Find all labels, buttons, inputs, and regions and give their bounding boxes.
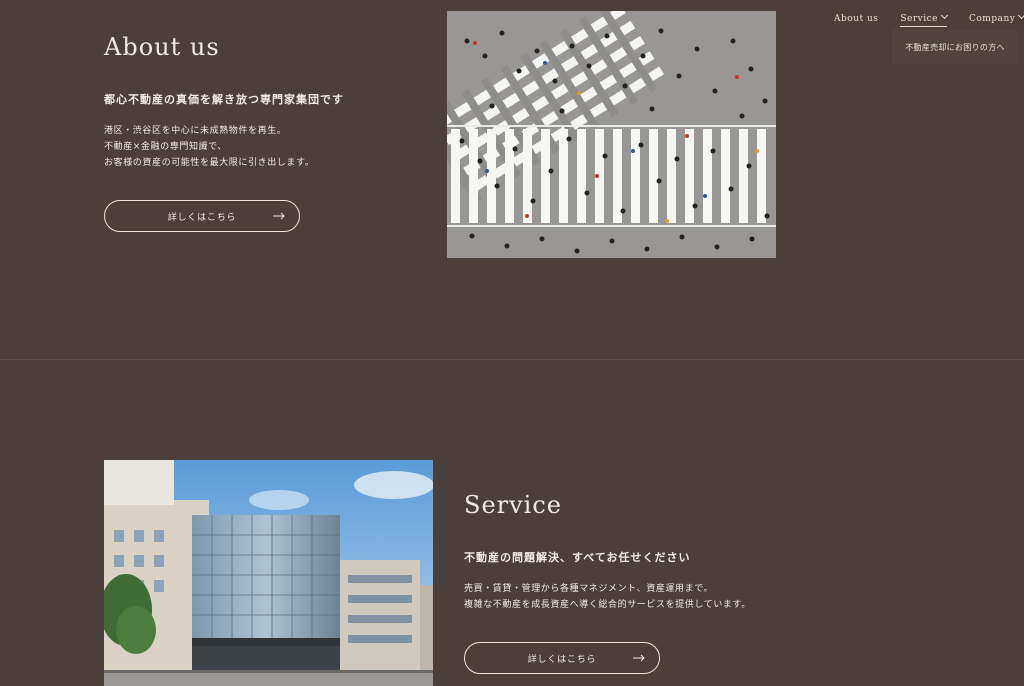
service-more-button-label: 詳しくはこちら <box>527 654 597 665</box>
about-line-2: 不動産×金融の専門知識で、 <box>104 142 227 152</box>
about-subtitle: 都心不動産の真価を解き放つ専門家集団です <box>104 93 344 106</box>
service-description: 売買・賃貸・管理から各種マネジメント、資産運用まで。 複雑な不動産を成長資産へ導… <box>464 581 751 613</box>
service-subtitle: 不動産の問題解決、すべてお任せください <box>464 551 691 564</box>
about-line-3: お客様の資産の可能性を最大限に引き出します。 <box>104 158 315 168</box>
service-more-button[interactable]: 詳しくはこちら <box>464 642 660 674</box>
about-more-button-label: 詳しくはこちら <box>167 212 237 223</box>
office-building-photo <box>104 460 433 686</box>
page: About us Service Company 不動産売却にお困りの方へ Ab… <box>0 0 1024 686</box>
service-line-2: 複雑な不動産を成長資産へ導く総合的サービスを提供しています。 <box>464 600 751 610</box>
crosswalk-crowd-photo <box>447 11 776 258</box>
arrow-right-icon <box>633 654 645 662</box>
about-line-1: 港区・渋谷区を中心に未成熟物件を再生。 <box>104 126 287 136</box>
service-title: Service <box>464 491 562 519</box>
service-line-1: 売買・賃貸・管理から各種マネジメント、資産運用まで。 <box>464 584 714 594</box>
arrow-right-icon <box>273 212 285 220</box>
about-section: About us 都心不動産の真価を解き放つ専門家集団です 港区・渋谷区を中心に… <box>0 0 1024 360</box>
section-divider <box>0 359 1024 360</box>
about-more-button[interactable]: 詳しくはこちら <box>104 200 300 232</box>
about-description: 港区・渋谷区を中心に未成熟物件を再生。 不動産×金融の専門知識で、 お客様の資産… <box>104 123 314 171</box>
about-title: About us <box>104 33 220 61</box>
